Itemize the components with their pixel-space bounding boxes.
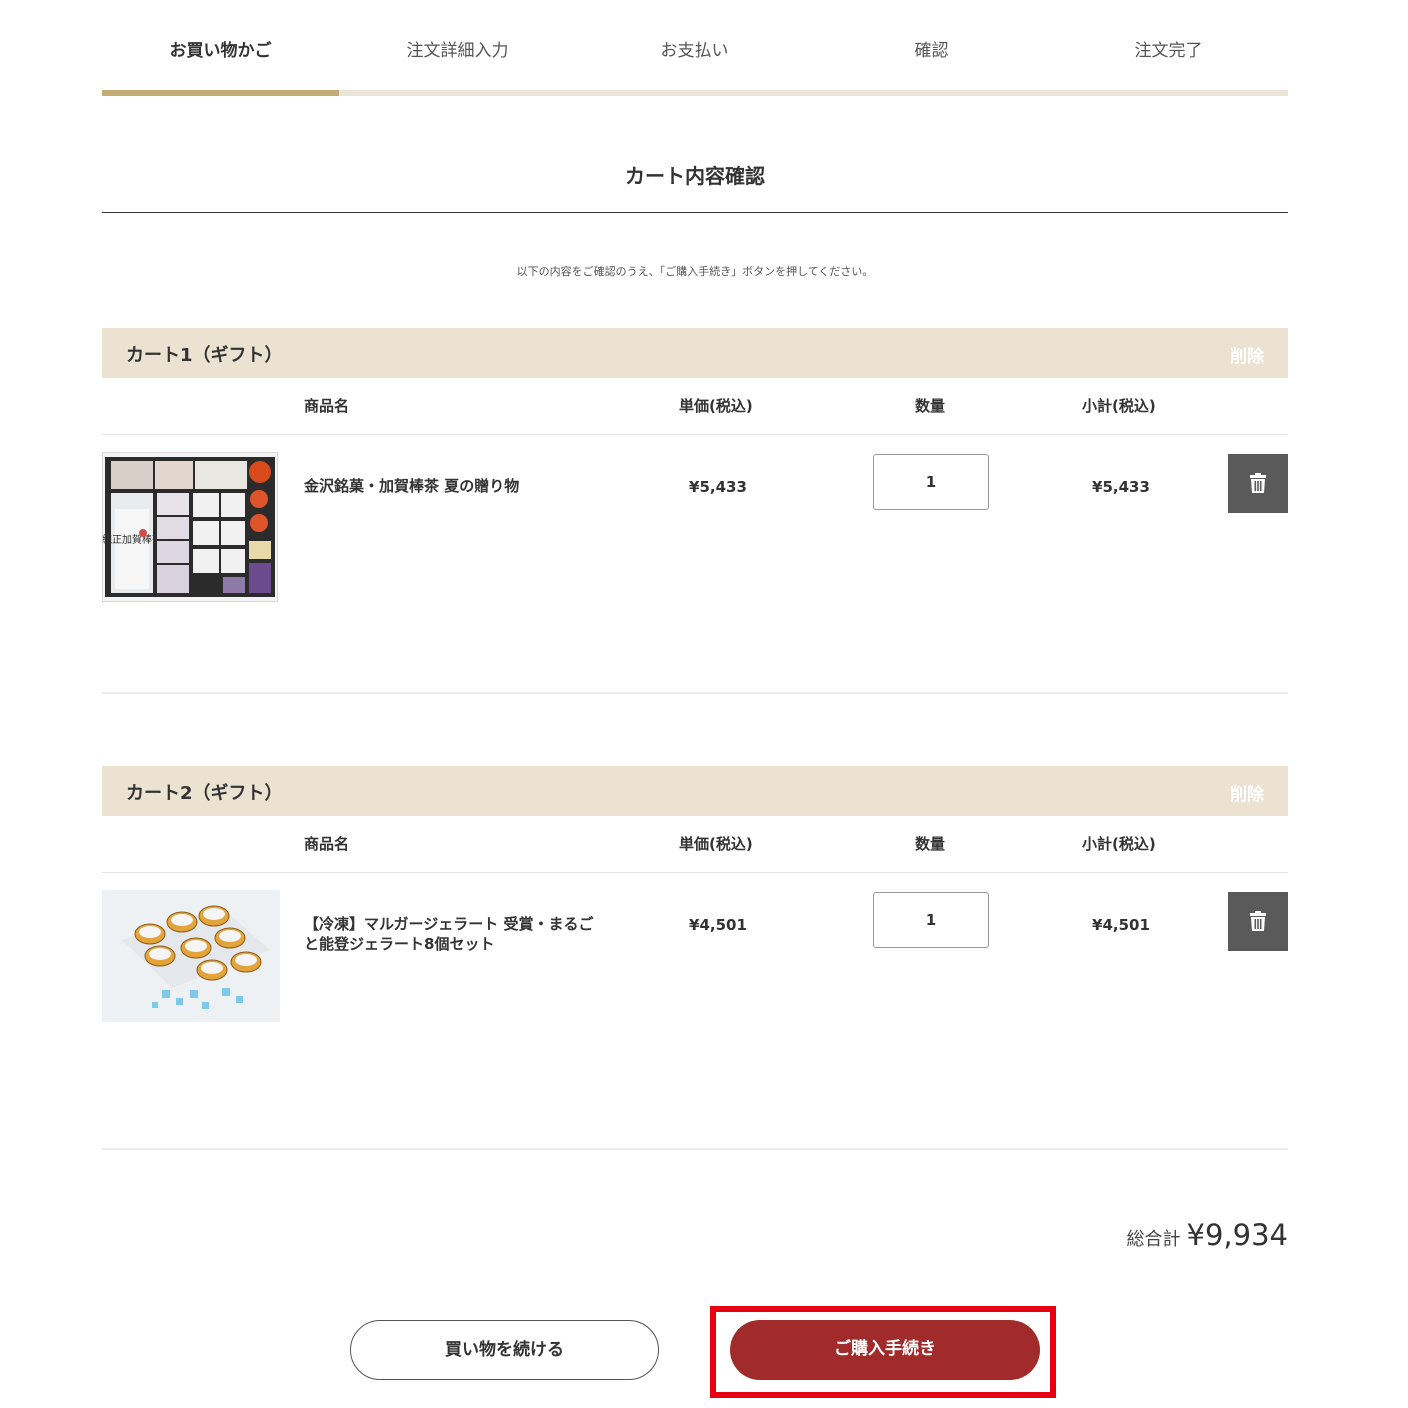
cart-header: カート2（ギフト） 削除 <box>102 766 1288 816</box>
steps-progress-fill <box>102 90 339 96</box>
page-title: カート内容確認 <box>625 164 765 188</box>
cart-divider <box>102 692 1288 694</box>
remove-item-button[interactable] <box>1228 454 1288 513</box>
column-unit-price: 単価(税込) <box>679 835 753 853</box>
step-payment: お支払い <box>660 41 729 61</box>
continue-shopping-button[interactable]: 買い物を続ける <box>350 1320 659 1380</box>
trash-icon <box>1250 473 1266 493</box>
gelato-cups-photo[interactable] <box>102 890 280 1022</box>
column-unit-price: 単価(税込) <box>679 397 753 415</box>
product-name[interactable]: 金沢銘菓・加賀棒茶 夏の贈り物 <box>304 476 519 496</box>
unit-price: ¥5,433 <box>689 478 747 496</box>
step-cart: お買い物かご <box>169 41 272 61</box>
cart-name: カート1（ギフト） <box>126 345 283 366</box>
quantity-input[interactable] <box>873 892 989 948</box>
instruction-text: 以下の内容をご確認のうえ、「ご購入手続き」ボタンを押してください。 <box>516 265 874 278</box>
cart-header: カート1（ギフト） 削除 <box>102 328 1288 378</box>
product-name[interactable]: 【冷凍】マルガージェラート 受賞・まるご と能登ジェラート8個セット <box>304 914 593 954</box>
item-subtotal: ¥4,501 <box>1092 916 1150 934</box>
purchase-button[interactable]: ご購入手続き <box>730 1320 1040 1380</box>
column-product: 商品名 <box>304 397 350 415</box>
header-divider <box>102 872 1288 873</box>
quantity-input[interactable] <box>873 454 989 510</box>
step-complete: 注文完了 <box>1134 41 1203 61</box>
product-name-line-1: 【冷凍】マルガージェラート 受賞・まるご <box>304 915 594 933</box>
cart-delete-link[interactable]: 削除 <box>1230 342 1264 367</box>
remove-item-button[interactable] <box>1228 892 1288 951</box>
gift-box-photo[interactable]: 純正加賀棒茶 <box>102 452 278 602</box>
step-order-details: 注文詳細入力 <box>406 41 509 61</box>
item-subtotal: ¥5,433 <box>1092 478 1150 496</box>
header-divider <box>102 434 1288 435</box>
grand-total-amount: ¥9,934 <box>1186 1218 1288 1252</box>
cart-delete-link[interactable]: 削除 <box>1230 780 1264 805</box>
checkout-steps: お買い物かご 注文詳細入力 お支払い 確認 注文完了 <box>102 0 1288 97</box>
column-quantity: 数量 <box>915 397 946 415</box>
step-confirm: 確認 <box>914 41 949 61</box>
grand-total: 総合計 ¥9,934 <box>1127 1218 1288 1252</box>
cart-block-2: カート2（ギフト） 削除 商品名 単価(税込) 数量 小計(税込) 【冷凍】マル… <box>102 766 1288 1152</box>
grand-total-label: 総合計 <box>1126 1229 1181 1250</box>
cart-divider <box>102 1148 1288 1150</box>
unit-price: ¥4,501 <box>689 916 747 934</box>
cart-block-1: カート1（ギフト） 削除 商品名 単価(税込) 数量 小計(税込) 純正加賀棒茶 <box>102 328 1288 696</box>
column-subtotal: 小計(税込) <box>1082 835 1156 853</box>
gift-box-tea-label: 純正加賀棒茶 <box>103 533 162 546</box>
title-divider <box>102 212 1288 213</box>
trash-icon <box>1250 911 1266 931</box>
column-product: 商品名 <box>304 835 350 853</box>
column-subtotal: 小計(税込) <box>1082 397 1156 415</box>
column-quantity: 数量 <box>915 835 946 853</box>
product-name-line-2: と能登ジェラート8個セット <box>304 935 495 953</box>
cart-name: カート2（ギフト） <box>126 783 283 804</box>
